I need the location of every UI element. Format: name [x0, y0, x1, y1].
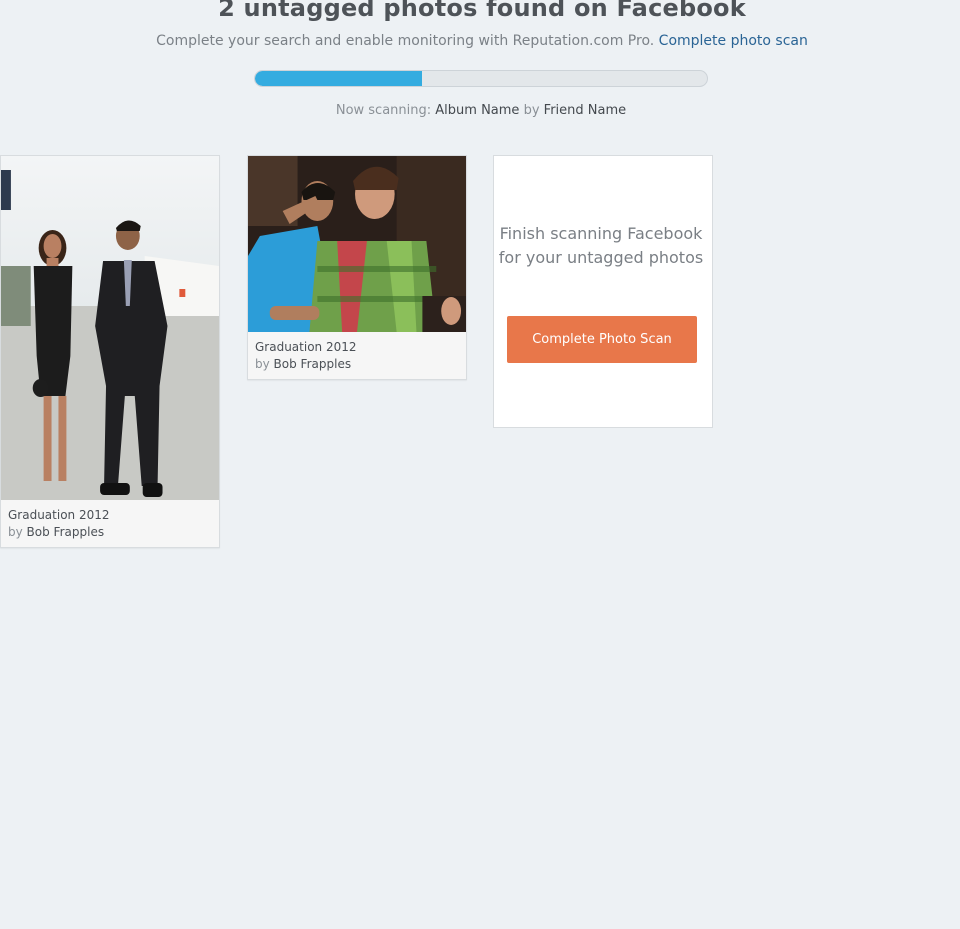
scan-album-name: Album Name [435, 103, 520, 118]
scan-status: Now scanning: Album Name by Friend Name [0, 103, 960, 118]
scan-status-prefix: Now scanning: [335, 103, 432, 118]
finish-scan-card: Finish scanning Facebook for your untagg… [493, 155, 713, 428]
scan-status-by: by [523, 103, 540, 118]
page-title: 2 untagged photos found on Facebook [218, 0, 746, 22]
finish-scan-message: Finish scanning Facebook for your untagg… [498, 224, 704, 267]
complete-photo-scan-link[interactable]: Complete photo scan [659, 33, 808, 49]
photo-album-title: Graduation 2012 [8, 508, 110, 522]
page: 2 untagged photos found on Facebook Comp… [0, 0, 960, 929]
photo-author: Bob Frapples [26, 525, 105, 539]
scan-friend-name: Friend Name [543, 103, 627, 118]
subtitle-text: Complete your search and enable monitori… [156, 33, 655, 49]
photo-author: Bob Frapples [273, 357, 352, 371]
photo-caption-by: by [255, 357, 270, 371]
photo-caption: Graduation 2012 by Bob Frapples [248, 332, 466, 373]
page-subtitle: Complete your search and enable monitori… [0, 33, 960, 49]
photo-caption-by: by [8, 525, 23, 539]
photo-card[interactable]: Graduation 2012 by Bob Frapples [0, 155, 220, 548]
photo-caption: Graduation 2012 by Bob Frapples [1, 500, 219, 541]
scan-progress-bar [254, 70, 708, 87]
complete-photo-scan-button[interactable]: Complete Photo Scan [507, 316, 697, 363]
photo-card[interactable]: Graduation 2012 by Bob Frapples [247, 155, 467, 380]
photo-thumbnail[interactable] [1, 156, 219, 500]
photo-thumbnail[interactable] [248, 156, 466, 332]
photo-album-title: Graduation 2012 [255, 340, 357, 354]
scan-progress-fill [255, 71, 423, 86]
